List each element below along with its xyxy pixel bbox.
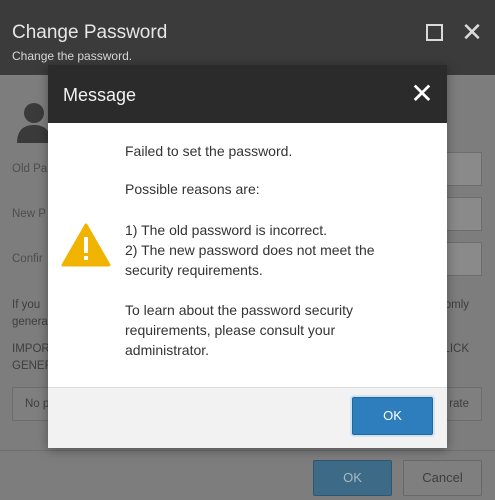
new-password-label: New P	[12, 208, 46, 220]
message-footer: OK	[48, 387, 447, 448]
message-line-8: administrator.	[125, 342, 210, 358]
important-text-line2: GENER	[12, 360, 53, 372]
important-text-line1: IMPOR	[12, 343, 50, 355]
message-line-2: Possible reasons are:	[125, 181, 260, 197]
change-password-title: Change Password	[12, 22, 168, 43]
warning-icon	[61, 223, 111, 267]
message-line-1: Failed to set the password.	[125, 143, 293, 159]
message-ok-button[interactable]: OK	[352, 397, 433, 435]
change-password-ok-button[interactable]: OK	[313, 460, 392, 496]
important-text-right1: LICK	[443, 343, 469, 355]
close-icon[interactable]: ✕	[458, 17, 486, 47]
message-line-4: 2) The new password does not meet the	[125, 242, 375, 258]
old-password-label: Old Pa	[12, 163, 48, 175]
maximize-icon[interactable]	[426, 24, 443, 41]
change-password-cancel-button[interactable]: Cancel	[403, 460, 482, 496]
user-avatar-icon	[17, 103, 51, 143]
info-text-right1: omly	[444, 299, 469, 311]
change-password-header: Change Password Change the password. ✕	[0, 0, 495, 75]
close-icon[interactable]: ✕	[408, 79, 436, 109]
message-line-3: 1) The old password is incorrect.	[125, 222, 328, 238]
generate-button-label[interactable]: rate	[449, 398, 469, 410]
change-password-subtitle: Change the password.	[12, 49, 133, 63]
generated-password-value: No p	[25, 398, 50, 410]
message-dialog: Message ✕ Failed to set the password. Po…	[48, 65, 447, 448]
info-text-line1: If you	[12, 299, 41, 311]
message-title: Message	[63, 85, 137, 105]
confirm-password-label: Confir	[12, 253, 43, 265]
message-line-6: To learn about the password security	[125, 302, 354, 318]
message-line-7: requirements, please consult your	[125, 322, 336, 338]
info-text-line2: genera	[12, 316, 48, 328]
message-line-5: security requirements.	[125, 262, 263, 278]
message-header: Message ✕	[48, 65, 447, 123]
